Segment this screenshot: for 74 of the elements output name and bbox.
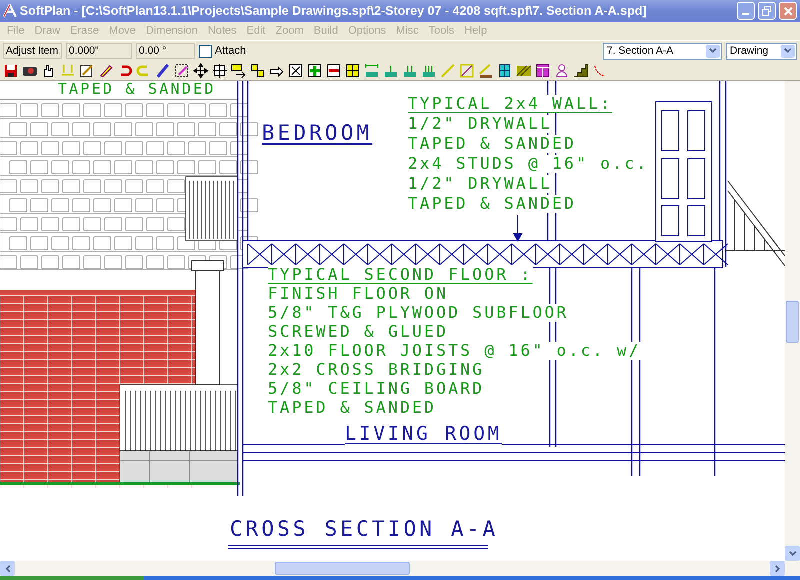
stairs-icon [573,62,589,78]
box-line-tool[interactable] [459,62,475,78]
window-icon [288,62,304,78]
add-grid-tool[interactable] [307,62,323,78]
close-button[interactable] [779,2,797,20]
move-tool[interactable] [193,62,209,78]
close-icon [784,6,792,16]
select-box-tool[interactable] [174,62,190,78]
attach-checkbox[interactable] [199,44,212,58]
scroll-down-button[interactable] [785,546,800,561]
cabinet-tool[interactable] [535,62,551,78]
hatch-icon [516,62,532,78]
edit-box-tool[interactable] [79,62,95,78]
person-icon [554,62,570,78]
wall-dimension-icon [364,62,380,78]
save-icon [3,62,19,78]
copy-arrow-tool[interactable] [231,62,247,78]
restore-icon [762,6,772,16]
note-heading: TYPICAL SECOND FLOOR : [268,266,533,284]
grid-move-tool[interactable] [212,62,228,78]
drawing-note: 5/8" T&G PLYWOOD SUBFLOOR [268,304,569,322]
window-pane-icon [497,62,513,78]
mode-field: Adjust Item [3,43,62,59]
remove-grid-icon [326,62,342,78]
chevron-right-icon [774,564,780,572]
note-heading: TYPICAL 2x4 WALL: [408,95,613,113]
length-field[interactable]: 0.000" [66,43,132,59]
chevron-down-icon [784,48,792,54]
room-label: BEDROOM [262,122,373,146]
drawing-note: 1/2" DRYWALL [408,175,552,193]
room-label: LIVING ROOM [345,424,502,445]
line-icon [440,62,456,78]
pencil-icon [478,62,494,78]
remove-grid-tool[interactable] [326,62,342,78]
person-tool[interactable] [554,62,570,78]
box-line-icon [459,62,475,78]
scroll-left-button[interactable] [0,561,15,576]
drawing-note: 2x10 FLOOR JOISTS @ 16" o.c. w/ [268,342,642,360]
chevron-down-icon [709,48,717,54]
window-pane-tool[interactable] [497,62,513,78]
pencil-tool[interactable] [478,62,494,78]
scroll-right-button[interactable] [770,561,785,576]
vertical-scrollbar[interactable] [785,81,800,561]
expand-grid-icon [345,62,361,78]
window-title: SoftPlan - [C:\SoftPlan13.1.1\Projects\Sample Drawings.spf\2-Storey 07 - 4208 sqft.spf\7. Section A-A.spd] [20,4,648,18]
pencil-icon [98,62,114,78]
cabinet-icon [535,62,551,78]
layer-select[interactable]: Drawing [726,42,797,60]
add-grid-icon [307,62,323,78]
hatch-tool[interactable] [516,62,532,78]
window-tool[interactable] [288,62,304,78]
select-box-icon [174,62,190,78]
chevron-down-icon [788,550,796,556]
angle-field[interactable]: 0.00 ° [136,43,195,59]
chevron-left-icon [4,564,10,572]
app-logo-icon [3,4,17,18]
pencil-tool[interactable] [98,62,114,78]
drawing-note: 1/2" DRYWALL [408,115,552,133]
scroll-thumb[interactable] [786,301,799,343]
balcony-railing-drawing [186,176,238,242]
copy-arrow-icon [231,62,247,78]
drawing-note: TAPED & SANDED [58,81,216,98]
save-tool[interactable] [3,62,19,78]
stairs-tool[interactable] [573,62,589,78]
edit-box-icon [79,62,95,78]
attach-label: Attach [215,45,246,57]
move-icon [193,62,209,78]
leader-arrow [513,214,523,242]
expand-grid-tool[interactable] [345,62,361,78]
grid-move-icon [212,62,228,78]
dimension-icon [60,62,76,78]
scroll-thumb[interactable] [275,562,410,575]
view-select[interactable]: 7. Section A-A [603,42,722,60]
horizontal-scrollbar[interactable] [0,561,800,576]
